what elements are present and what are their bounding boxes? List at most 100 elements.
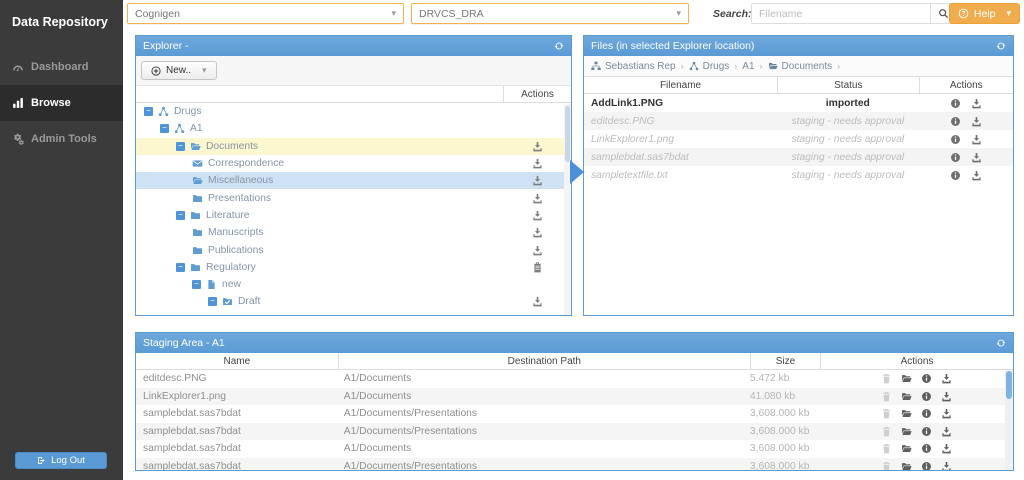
refresh-icon[interactable] [996, 338, 1006, 348]
chevron-down-icon: ▾ [676, 8, 681, 19]
tree-row[interactable]: −Draft [136, 293, 571, 310]
tree-row[interactable]: Manuscripts [136, 224, 571, 241]
folder-open-icon[interactable] [901, 461, 912, 471]
download-icon[interactable] [941, 373, 952, 384]
info-icon[interactable] [950, 98, 961, 109]
trash-icon[interactable] [881, 443, 892, 454]
breadcrumb-item[interactable]: Documents [768, 61, 833, 72]
download-icon[interactable] [532, 296, 543, 307]
download-icon[interactable] [941, 426, 952, 437]
destination-path: A1/Documents/Presentations [338, 408, 750, 419]
tree-collapse-icon[interactable]: − [208, 297, 217, 306]
breadcrumb-item[interactable]: Drugs [689, 61, 730, 72]
staging-row-actions [820, 391, 1013, 402]
tree-row[interactable]: Documents [136, 311, 571, 316]
logout-button[interactable]: Log Out [15, 452, 107, 469]
download-icon[interactable] [971, 98, 982, 109]
download-icon[interactable] [532, 314, 543, 316]
folder-open-icon[interactable] [901, 408, 912, 419]
folder-open-icon [190, 141, 201, 152]
context-select[interactable]: DRVCS_DRA ▾ [411, 3, 689, 24]
download-icon[interactable] [532, 227, 543, 238]
download-icon[interactable] [971, 170, 982, 181]
clipboard-icon[interactable] [532, 262, 543, 273]
logout-label: Log Out [51, 455, 85, 466]
info-icon[interactable] [950, 116, 961, 127]
repository-select[interactable]: Cognigen ▾ [127, 3, 404, 24]
sidebar-item-browse[interactable]: Browse [0, 85, 123, 121]
staging-file-name: editdesc.PNG [136, 373, 338, 384]
tree-row-actions [503, 296, 571, 307]
download-icon[interactable] [532, 158, 543, 169]
tree-row[interactable]: −Regulatory [136, 259, 571, 276]
folder-open-icon[interactable] [901, 391, 912, 402]
tree-row[interactable]: Publications [136, 241, 571, 258]
search-input[interactable] [751, 3, 930, 24]
tree-collapse-icon[interactable]: − [144, 107, 153, 116]
column-header-destination-path: Destination Path [338, 353, 750, 369]
info-icon[interactable] [921, 391, 932, 402]
download-icon[interactable] [941, 443, 952, 454]
help-button[interactable]: Help ▾ [949, 3, 1020, 24]
info-icon[interactable] [921, 461, 932, 471]
folder-open-icon[interactable] [901, 426, 912, 437]
new-button[interactable]: New.. ▾ [141, 61, 217, 80]
refresh-icon[interactable] [996, 41, 1006, 51]
info-icon[interactable] [921, 408, 932, 419]
folder-open-icon[interactable] [901, 373, 912, 384]
tree-row[interactable]: Miscellaneous [136, 172, 571, 189]
staging-scrollbar[interactable] [1005, 370, 1013, 471]
download-icon[interactable] [532, 193, 543, 204]
trash-icon[interactable] [881, 426, 892, 437]
breadcrumb-item[interactable]: Sebastians Rep [591, 61, 676, 72]
tree-row[interactable]: Correspondence [136, 155, 571, 172]
download-icon[interactable] [971, 134, 982, 145]
download-icon[interactable] [971, 116, 982, 127]
tree-collapse-icon[interactable]: − [176, 142, 185, 151]
tree-collapse-icon[interactable]: − [176, 263, 185, 272]
trash-icon[interactable] [881, 373, 892, 384]
download-icon[interactable] [532, 210, 543, 221]
info-icon[interactable] [950, 170, 961, 181]
tree-row[interactable]: −Literature [136, 207, 571, 224]
info-icon[interactable] [921, 373, 932, 384]
scrollbar-thumb[interactable] [565, 106, 570, 162]
folder-open-icon[interactable] [901, 443, 912, 454]
question-icon [958, 8, 969, 19]
staging-table-header: NameDestination PathSizeActions [136, 353, 1013, 370]
download-icon[interactable] [941, 408, 952, 419]
info-icon[interactable] [921, 443, 932, 454]
info-icon[interactable] [950, 134, 961, 145]
context-select-value: DRVCS_DRA [419, 8, 484, 20]
tree-collapse-icon[interactable]: − [176, 211, 185, 220]
tree-row-actions [503, 193, 571, 204]
tree-collapse-icon[interactable]: − [160, 124, 169, 133]
trash-icon[interactable] [881, 391, 892, 402]
sidebar-item-admin-tools[interactable]: Admin Tools [0, 121, 123, 157]
tree-row[interactable]: −A1 [136, 120, 571, 137]
download-icon[interactable] [971, 152, 982, 163]
download-icon[interactable] [532, 141, 543, 152]
trash-icon[interactable] [881, 461, 892, 471]
download-icon[interactable] [941, 461, 952, 471]
breadcrumb-item[interactable]: A1 [742, 61, 754, 72]
tree-row[interactable]: Presentations [136, 189, 571, 206]
tree-row[interactable]: −Documents [136, 138, 571, 155]
staging-row: editdesc.PNGA1/Documents5.472 kb [136, 370, 1013, 388]
explorer-scrollbar[interactable] [564, 104, 571, 315]
info-icon[interactable] [921, 426, 932, 437]
download-icon[interactable] [532, 245, 543, 256]
tree-row[interactable]: −new [136, 276, 571, 293]
sidebar-item-dashboard[interactable]: Dashboard [0, 49, 123, 85]
staging-row-actions [820, 443, 1013, 454]
tree-collapse-icon[interactable]: − [192, 280, 201, 289]
trash-icon[interactable] [881, 408, 892, 419]
refresh-icon[interactable] [554, 41, 564, 51]
info-icon[interactable] [950, 152, 961, 163]
scrollbar-thumb[interactable] [1006, 371, 1012, 399]
download-icon[interactable] [532, 175, 543, 186]
staging-row-actions [820, 373, 1013, 384]
tree-row[interactable]: −Drugs [136, 103, 571, 120]
destination-path: A1/Documents [338, 391, 750, 402]
download-icon[interactable] [941, 391, 952, 402]
